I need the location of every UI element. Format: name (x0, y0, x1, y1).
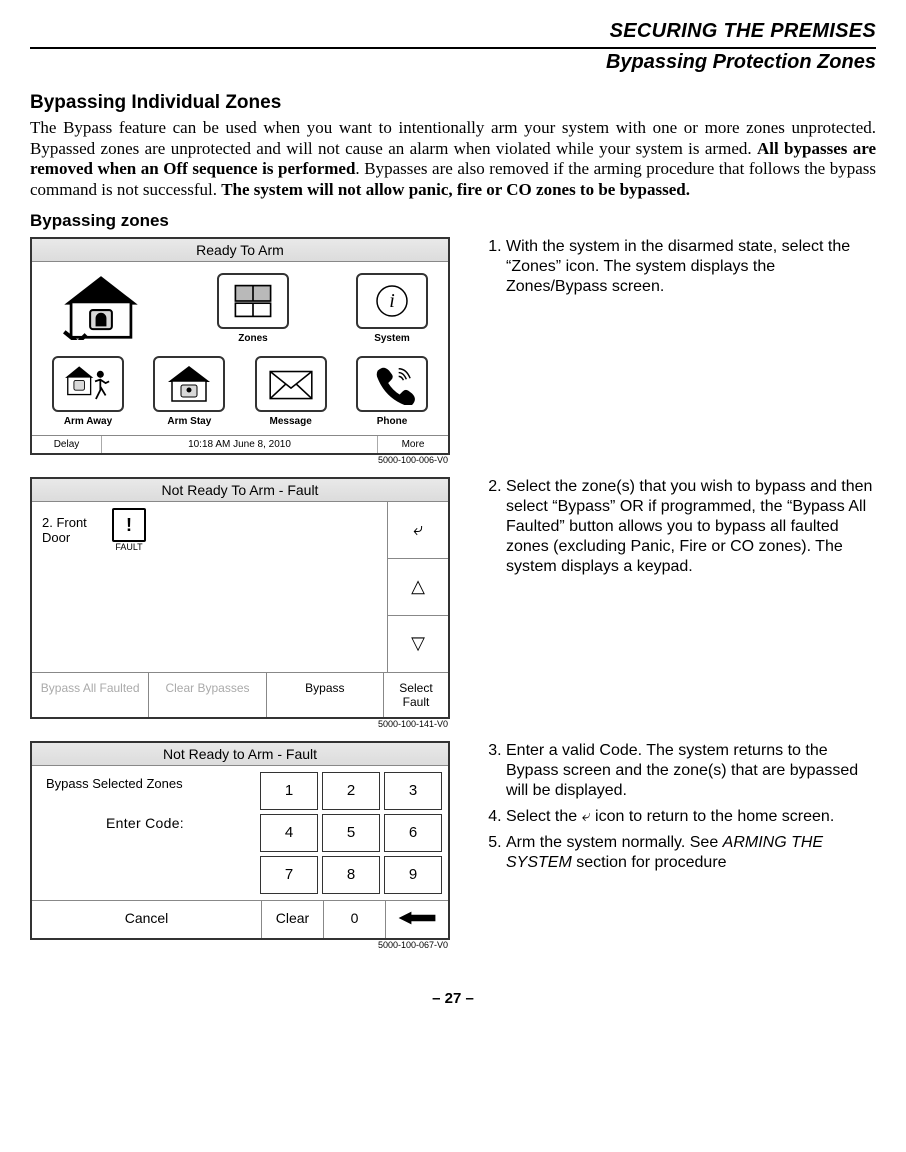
arm-away-label: Arm Away (64, 416, 112, 427)
select-fault-button[interactable]: Select Fault (384, 673, 448, 717)
zone-name: 2. Front Door (42, 515, 102, 545)
system-label: System (374, 333, 410, 344)
backspace-button[interactable] (386, 901, 448, 938)
cancel-button[interactable]: Cancel (32, 901, 262, 938)
zones-button[interactable] (217, 273, 289, 329)
chapter-title: SECURING THE PREMISES (30, 20, 876, 43)
panel2-title: Not Ready To Arm - Fault (32, 479, 448, 502)
key-0[interactable]: 0 (324, 901, 386, 938)
step-2: Select the zone(s) that you wish to bypa… (506, 477, 876, 577)
panel3-title: Not Ready to Arm - Fault (32, 743, 448, 766)
fig-code-3: 5000-100-067-V0 (30, 940, 448, 950)
fig-code-1: 5000-100-006-V0 (30, 455, 448, 465)
back-button[interactable]: ⤶ (388, 502, 448, 559)
key-7[interactable]: 7 (260, 856, 318, 894)
panel1-title: Ready To Arm (32, 239, 448, 262)
step-5: Arm the system normally. See ARMING THE … (506, 833, 876, 873)
delay-button[interactable]: Delay (32, 436, 102, 453)
panel-not-ready-fault: Not Ready To Arm - Fault 2. Front Door !… (30, 477, 450, 719)
arm-stay-label: Arm Stay (167, 416, 211, 427)
step-4: Select the ⤶ icon to return to the home … (506, 807, 876, 827)
phone-label: Phone (377, 416, 408, 427)
panel-ready-to-arm: Ready To Arm Zones (30, 237, 450, 455)
fig-code-2: 5000-100-141-V0 (30, 719, 448, 729)
message-button[interactable] (255, 356, 327, 412)
triangle-down-icon: ▽ (411, 633, 425, 654)
subsection-heading: Bypassing zones (30, 211, 876, 231)
arm-away-button[interactable] (52, 356, 124, 412)
arm-stay-button[interactable] (153, 356, 225, 412)
panel-enter-code: Not Ready to Arm - Fault Bypass Selected… (30, 741, 450, 940)
scroll-up-button[interactable]: △ (388, 559, 448, 616)
more-button[interactable]: More (378, 436, 448, 453)
phone-button[interactable] (356, 356, 428, 412)
system-button[interactable]: i (356, 273, 428, 329)
house-icon (56, 272, 146, 344)
enter-code-label: Enter Code: (38, 815, 252, 831)
key-8[interactable]: 8 (322, 856, 380, 894)
page-number: – 27 – (30, 990, 876, 1007)
section-subtitle: Bypassing Protection Zones (30, 51, 876, 74)
datetime-label: 10:18 AM June 8, 2010 (102, 436, 378, 453)
return-icon-inline: ⤶ (582, 808, 591, 825)
svg-text:i: i (389, 290, 395, 312)
intro-text-1: The Bypass feature can be used when you … (30, 118, 876, 158)
backspace-arrow-icon (397, 910, 437, 929)
clear-bypasses-button[interactable]: Clear Bypasses (149, 673, 266, 717)
fault-label: FAULT (112, 542, 146, 552)
fault-icon: ! (112, 508, 146, 542)
key-4[interactable]: 4 (260, 814, 318, 852)
intro-paragraph: The Bypass feature can be used when you … (30, 118, 876, 201)
bypass-button[interactable]: Bypass (267, 673, 384, 717)
clear-button[interactable]: Clear (262, 901, 324, 938)
key-5[interactable]: 5 (322, 814, 380, 852)
return-icon: ⤶ (413, 519, 423, 540)
key-3[interactable]: 3 (384, 772, 442, 810)
step-3: Enter a valid Code. The system returns t… (506, 741, 876, 801)
key-9[interactable]: 9 (384, 856, 442, 894)
key-1[interactable]: 1 (260, 772, 318, 810)
step-1: With the system in the disarmed state, s… (506, 237, 876, 297)
key-6[interactable]: 6 (384, 814, 442, 852)
key-2[interactable]: 2 (322, 772, 380, 810)
zones-label: Zones (238, 333, 267, 344)
bypass-all-faulted-button[interactable]: Bypass All Faulted (32, 673, 149, 717)
keypad: 1 2 3 4 5 6 7 8 9 (260, 772, 442, 894)
intro-bold-2: The system will not allow panic, fire or… (221, 180, 690, 199)
section-heading: Bypassing Individual Zones (30, 92, 876, 114)
bypass-selected-zones-label: Bypass Selected Zones (46, 776, 252, 791)
message-label: Message (270, 416, 312, 427)
triangle-up-icon: △ (411, 576, 425, 597)
scroll-down-button[interactable]: ▽ (388, 616, 448, 672)
